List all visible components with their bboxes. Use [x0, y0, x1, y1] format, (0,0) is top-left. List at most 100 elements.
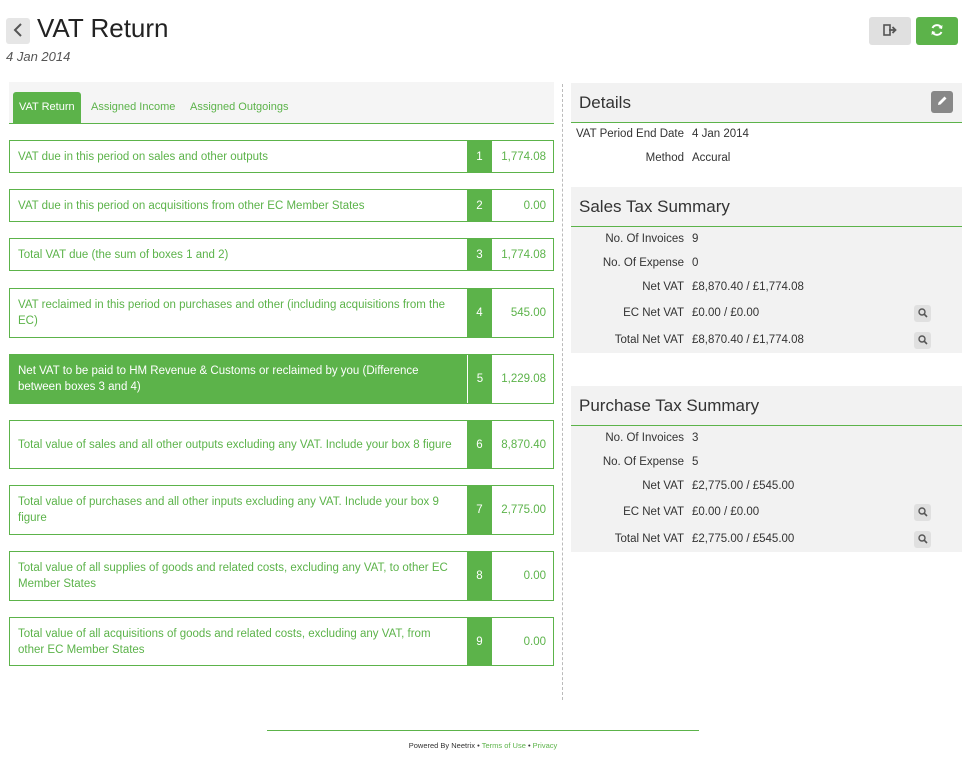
summary-value: 9: [692, 233, 699, 245]
box-value: 0.00: [523, 570, 546, 582]
chevron-left-icon: [13, 22, 23, 40]
tab-vat-return[interactable]: VAT Return: [13, 92, 81, 124]
box-value: 1,229.08: [492, 355, 553, 403]
box-label: Total value of purchases and all other i…: [18, 496, 439, 524]
search-icon: [917, 334, 928, 348]
tab-bar: VAT Return Assigned Income Assigned Outg…: [9, 82, 554, 124]
tab-assigned-income[interactable]: Assigned Income: [85, 92, 181, 124]
vat-box-row-net: Net VAT to be paid to HM Revenue & Custo…: [9, 354, 554, 404]
search-icon: [917, 506, 928, 520]
terms-of-use-link[interactable]: Terms of Use: [482, 741, 526, 750]
box-value: 2,775.00: [501, 504, 546, 516]
box-label: Total value of sales and all other outpu…: [18, 438, 452, 451]
search-button[interactable]: [914, 531, 931, 548]
vat-box-row: Total value of sales and all other outpu…: [9, 420, 554, 469]
box-number: 4: [467, 289, 492, 337]
edit-button[interactable]: [931, 91, 953, 113]
summary-value: 3: [692, 432, 699, 444]
summary-row: Total Net VAT £8,870.40 / £1,774.08: [571, 329, 962, 353]
tab-assigned-outgoings[interactable]: Assigned Outgoings: [184, 92, 294, 124]
page-title: VAT Return: [37, 13, 169, 43]
vat-box-row: Total value of all supplies of goods and…: [9, 551, 554, 601]
box-number: 3: [467, 239, 492, 270]
box-number: 8: [467, 552, 492, 600]
vat-box-row: Total value of all acquisitions of goods…: [9, 617, 554, 666]
section-title: Details: [579, 93, 631, 112]
summary-key: No. Of Invoices: [605, 233, 684, 245]
search-icon: [917, 307, 928, 321]
detail-key: Method: [645, 152, 684, 164]
footer-separator: •: [475, 741, 482, 750]
box-label: Total VAT due (the sum of boxes 1 and 2): [18, 248, 229, 261]
box-label: Total value of all supplies of goods and…: [18, 562, 448, 590]
summary-key: EC Net VAT: [623, 307, 684, 319]
summary-value: £0.00 / £0.00: [692, 307, 760, 319]
search-icon: [917, 533, 928, 547]
detail-row: Method Accural: [571, 147, 962, 171]
sign-out-icon: [883, 23, 897, 39]
box-value: 8,870.40: [501, 438, 546, 451]
search-button[interactable]: [914, 332, 931, 349]
summary-row: EC Net VAT £0.00 / £0.00: [571, 501, 962, 525]
search-button[interactable]: [914, 305, 931, 322]
search-button[interactable]: [914, 504, 931, 521]
vat-box-row: VAT due in this period on acquisitions f…: [9, 189, 554, 222]
summary-value: 5: [692, 456, 699, 468]
box-label: Total value of all acquisitions of goods…: [18, 627, 431, 656]
powered-by-text: Powered By Neetrix: [408, 741, 476, 750]
refresh-button[interactable]: [916, 17, 958, 45]
summary-row: EC Net VAT £0.00 / £0.00: [571, 302, 962, 326]
summary-key: No. Of Invoices: [605, 432, 684, 444]
summary-value: £8,870.40 / £1,774.08: [692, 281, 804, 293]
summary-value: £0.00 / £0.00: [692, 506, 760, 518]
box-value: 1,774.08: [501, 150, 546, 163]
summary-row: No. Of Invoices 3: [571, 427, 962, 451]
exit-button[interactable]: [869, 17, 911, 45]
summary-value: £8,870.40 / £1,774.08: [692, 334, 804, 346]
summary-row: No. Of Invoices 9: [571, 228, 962, 252]
summary-row: Net VAT £2,775.00 / £545.00: [571, 475, 962, 499]
detail-key: VAT Period End Date: [575, 128, 684, 140]
vat-box-row: VAT due in this period on sales and othe…: [9, 140, 554, 173]
summary-key: No. Of Expense: [602, 456, 684, 468]
page-date: 4 Jan 2014: [6, 49, 71, 64]
summary-value: £2,775.00 / £545.00: [692, 533, 795, 545]
page-header: VAT Return 4 Jan 2014: [0, 0, 973, 80]
purchase-summary-header: Purchase Tax Summary: [571, 386, 962, 426]
summary-key: Total Net VAT: [614, 334, 684, 346]
details-header: Details: [571, 83, 962, 123]
detail-value: Accural: [692, 152, 731, 164]
box-label: Net VAT to be paid to HM Revenue & Custo…: [18, 365, 419, 393]
box-number: 6: [467, 421, 492, 468]
vat-box-row: Total value of purchases and all other i…: [9, 485, 554, 535]
box-value: 0.00: [523, 635, 546, 648]
box-number: 5: [467, 355, 492, 403]
back-button[interactable]: [6, 18, 30, 44]
summary-value: 0: [692, 257, 699, 269]
footer-divider: [267, 730, 699, 731]
privacy-link[interactable]: Privacy: [533, 741, 558, 750]
summary-row: No. Of Expense 5: [571, 451, 962, 475]
section-title: Purchase Tax Summary: [579, 396, 760, 415]
vat-box-row: Total VAT due (the sum of boxes 1 and 2)…: [9, 238, 554, 271]
section-title: Sales Tax Summary: [579, 197, 730, 216]
summary-key: Total Net VAT: [614, 533, 684, 545]
pencil-icon: [936, 95, 948, 110]
box-label: VAT due in this period on sales and othe…: [18, 150, 268, 163]
box-value: 545.00: [510, 307, 546, 319]
footer: Powered By Neetrix • Terms of Use • Priv…: [267, 741, 699, 750]
summary-key: Net VAT: [642, 480, 684, 492]
summary-row: Net VAT £8,870.40 / £1,774.08: [571, 276, 962, 300]
box-label: VAT reclaimed in this period on purchase…: [18, 299, 446, 327]
box-label: VAT due in this period on acquisitions f…: [18, 199, 365, 212]
summary-row: Total Net VAT £2,775.00 / £545.00: [571, 528, 962, 552]
refresh-icon: [930, 23, 944, 40]
detail-row: VAT Period End Date 4 Jan 2014: [571, 123, 962, 147]
summary-value: £2,775.00 / £545.00: [692, 480, 795, 492]
summary-row: No. Of Expense 0: [571, 252, 962, 276]
column-divider: [562, 84, 563, 700]
box-number: 2: [467, 190, 492, 221]
summary-key: Net VAT: [642, 281, 684, 293]
summary-key: EC Net VAT: [623, 506, 684, 518]
detail-value: 4 Jan 2014: [692, 128, 749, 140]
